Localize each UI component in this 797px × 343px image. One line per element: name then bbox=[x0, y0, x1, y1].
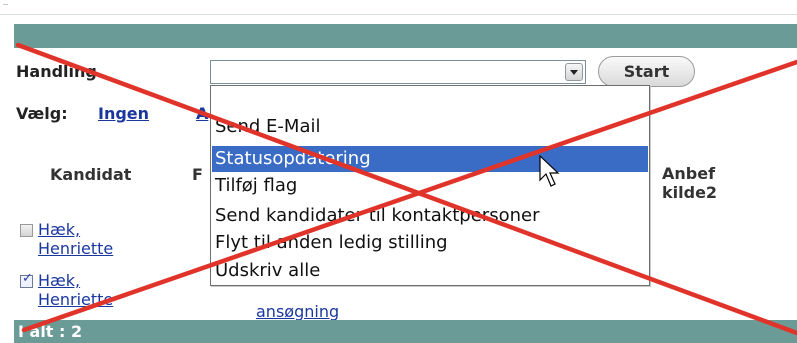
dropdown-option-send-email[interactable]: Send E-Mail bbox=[215, 116, 321, 137]
dropdown-option-udskriv-alle[interactable]: Udskriv alle bbox=[215, 260, 320, 281]
column-header-kandidat[interactable]: Kandidat bbox=[50, 165, 131, 184]
candidate-name-link[interactable]: Hæk, Henriette bbox=[38, 220, 113, 258]
row-checkbox[interactable] bbox=[20, 224, 33, 237]
candidate-name-link[interactable]: Hæk, Henriette bbox=[38, 271, 113, 309]
dropdown-option-flyt[interactable]: Flyt til anden ledig stilling bbox=[215, 232, 448, 253]
footer-bar: I alt : 2 bbox=[14, 320, 797, 343]
total-count: I alt : 2 bbox=[18, 322, 83, 341]
chevron-down-icon[interactable] bbox=[565, 63, 583, 81]
handling-select[interactable] bbox=[210, 60, 586, 84]
dropdown-option-send-kandidater[interactable]: Send kandidater til kontaktpersoner bbox=[215, 205, 539, 226]
column-header-f[interactable]: F bbox=[192, 165, 203, 184]
header-bar bbox=[14, 24, 797, 48]
vaelg-label: Vælg: bbox=[16, 104, 68, 123]
handling-label: Handling bbox=[16, 62, 97, 81]
application-link[interactable]: ansøgning bbox=[256, 302, 339, 321]
dropdown-option-tilfoej-flag[interactable]: Tilføj flag bbox=[215, 175, 297, 196]
window-top-edge bbox=[0, 0, 797, 15]
row-checkbox-checked[interactable] bbox=[20, 271, 33, 288]
edge-tick bbox=[3, 4, 8, 5]
dropdown-option-statusopdatering[interactable]: Statusopdatering bbox=[212, 146, 648, 172]
handling-dropdown-list[interactable]: Send E-Mail Statusopdatering Tilføj flag… bbox=[210, 85, 650, 286]
select-none-link[interactable]: Ingen bbox=[98, 104, 149, 123]
select-all-link[interactable]: A bbox=[196, 104, 208, 123]
cursor-arrow-icon bbox=[539, 155, 560, 187]
start-button[interactable]: Start bbox=[598, 56, 695, 87]
column-header-anbef-kilde2[interactable]: Anbef kilde2 bbox=[662, 164, 742, 202]
